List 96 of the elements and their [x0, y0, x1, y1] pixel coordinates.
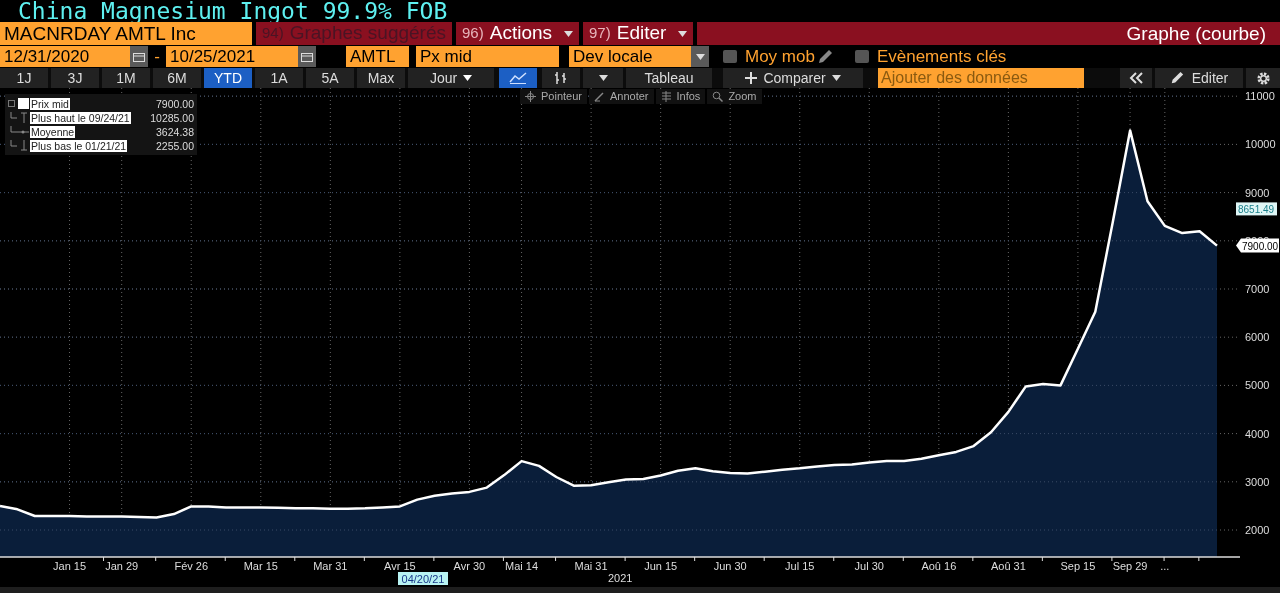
- period-tab[interactable]: 3J: [51, 68, 99, 88]
- axis-label: 9000: [1245, 186, 1270, 199]
- calendar-icon[interactable]: [130, 46, 148, 67]
- menu-button[interactable]: 96) Actions: [456, 22, 579, 45]
- settings-icon: [1255, 70, 1271, 86]
- legend-value: 10285.00: [150, 111, 194, 124]
- legend-value: 3624.38: [156, 125, 194, 138]
- period-tab[interactable]: 6M: [153, 68, 201, 88]
- pen-icon: [594, 91, 605, 102]
- date-separator: -: [153, 45, 161, 68]
- axis-label: Sep 29: [1112, 560, 1148, 572]
- axis-label: Jun 15: [644, 560, 678, 572]
- option-label: Moy mob: [745, 45, 815, 68]
- checkbox[interactable]: [854, 50, 869, 63]
- caret-icon: [598, 75, 608, 81]
- axis-label: Mar 15: [243, 560, 278, 572]
- period-tab[interactable]: 1A: [255, 68, 303, 88]
- line-chart-icon: [509, 72, 527, 84]
- axis-label: 7000: [1245, 283, 1270, 295]
- axis-label: 11000: [1245, 90, 1275, 103]
- field-selector[interactable]: Px mid: [416, 46, 559, 67]
- caret-icon: [564, 30, 573, 37]
- source-field[interactable]: AMTL: [346, 46, 409, 67]
- window-title: China Magnesium Ingot 99.9% FOB: [17, 0, 448, 22]
- add-data-field[interactable]: Ajouter des données: [878, 68, 1084, 88]
- frequency-dropdown[interactable]: Jour: [408, 68, 494, 88]
- legend-value: 7900.00: [156, 97, 194, 110]
- axis-label: 10000: [1245, 138, 1276, 151]
- axis-label: Mai 14: [505, 560, 539, 572]
- axis-label: 3000: [1245, 475, 1270, 488]
- search-icon: [712, 91, 724, 102]
- period-tab[interactable]: Max: [357, 68, 405, 88]
- checkbox[interactable]: [723, 50, 737, 63]
- legend-label: Plus haut le 09/24/21: [30, 111, 131, 124]
- end-date-field[interactable]: 10/25/2021: [166, 46, 298, 67]
- axis-label: Aoû 16: [921, 560, 957, 572]
- axis-label: 2000: [1245, 524, 1270, 536]
- calendar-icon[interactable]: [298, 46, 316, 67]
- caret-icon: [831, 75, 841, 81]
- axis-label: Jan 29: [105, 560, 139, 572]
- chart-tool-button[interactable]: Infos: [655, 89, 706, 104]
- high-marker-icon: [8, 112, 30, 123]
- list-icon: [660, 91, 672, 102]
- edit-button[interactable]: Editer: [1155, 68, 1243, 88]
- collapse-button[interactable]: [1120, 68, 1152, 88]
- bar-chart-button[interactable]: [542, 68, 580, 88]
- axis-label: 5000: [1245, 379, 1270, 392]
- security-field[interactable]: MACNRDAY AMTL Inc: [0, 22, 252, 45]
- settings-button[interactable]: [1246, 68, 1280, 88]
- axis-label: 4000: [1245, 427, 1270, 440]
- axis-label: Aoû 31: [990, 560, 1026, 572]
- legend-value: 2255.00: [156, 139, 194, 152]
- period-tab[interactable]: 5A: [306, 68, 354, 88]
- axis-label: Sep 15: [1060, 560, 1096, 572]
- year-label: 2021: [607, 572, 633, 584]
- crosshair-icon: [525, 91, 536, 102]
- axis-label: Mar 31: [313, 560, 348, 572]
- chart-type-dropdown[interactable]: [583, 68, 623, 88]
- low-marker-icon: [8, 140, 30, 151]
- double-chevron-icon: [1129, 72, 1143, 84]
- axis-label: Jul 30: [854, 560, 884, 572]
- date-tag: 04/20/21: [398, 572, 448, 585]
- line-chart-button[interactable]: [499, 68, 537, 88]
- chart-tool-button[interactable]: Annoter: [589, 89, 654, 104]
- chart-tool-button[interactable]: Pointeur: [520, 89, 587, 104]
- axis-label: Avr 30: [453, 560, 486, 572]
- axis-label: Jun 30: [713, 560, 747, 572]
- axis-label: Jan 15: [53, 560, 87, 572]
- start-date-field[interactable]: 12/31/2020: [0, 46, 130, 67]
- axis-label: ...: [1160, 560, 1170, 572]
- caret-icon: [678, 30, 688, 37]
- chart-tool-button[interactable]: Zoom: [707, 89, 762, 104]
- axis-label: Mai 31: [574, 560, 608, 572]
- legend-label: Plus bas le 01/21/21: [30, 139, 128, 152]
- view-title: Graphe (courbe): [697, 22, 1280, 45]
- plus-icon: [745, 72, 758, 84]
- caret-icon: [695, 53, 705, 60]
- period-tab[interactable]: YTD: [204, 68, 252, 88]
- bar-chart-icon: [554, 71, 568, 85]
- table-button[interactable]: Tableau: [626, 68, 712, 88]
- axis-label: Avr 15: [384, 560, 416, 572]
- compare-button[interactable]: Comparer: [723, 68, 863, 88]
- axis-label: Fév 26: [174, 560, 209, 572]
- series-swatch-icon: [8, 98, 30, 109]
- axis-label: 6000: [1245, 331, 1270, 344]
- menu-button[interactable]: 97) Editer: [583, 22, 694, 45]
- pencil-icon[interactable]: [816, 48, 833, 65]
- caret-icon: [463, 75, 473, 81]
- period-tab[interactable]: 1M: [102, 68, 150, 88]
- value-tag: 8651.49: [1236, 202, 1277, 216]
- option-label: Evènements clés: [876, 45, 1007, 68]
- period-tab[interactable]: 1J: [0, 68, 48, 88]
- pencil-icon: [1169, 71, 1184, 85]
- legend-label: Moyenne: [30, 125, 76, 138]
- legend-label: Prix mid: [30, 97, 70, 110]
- axis-label: Jul 15: [785, 560, 815, 572]
